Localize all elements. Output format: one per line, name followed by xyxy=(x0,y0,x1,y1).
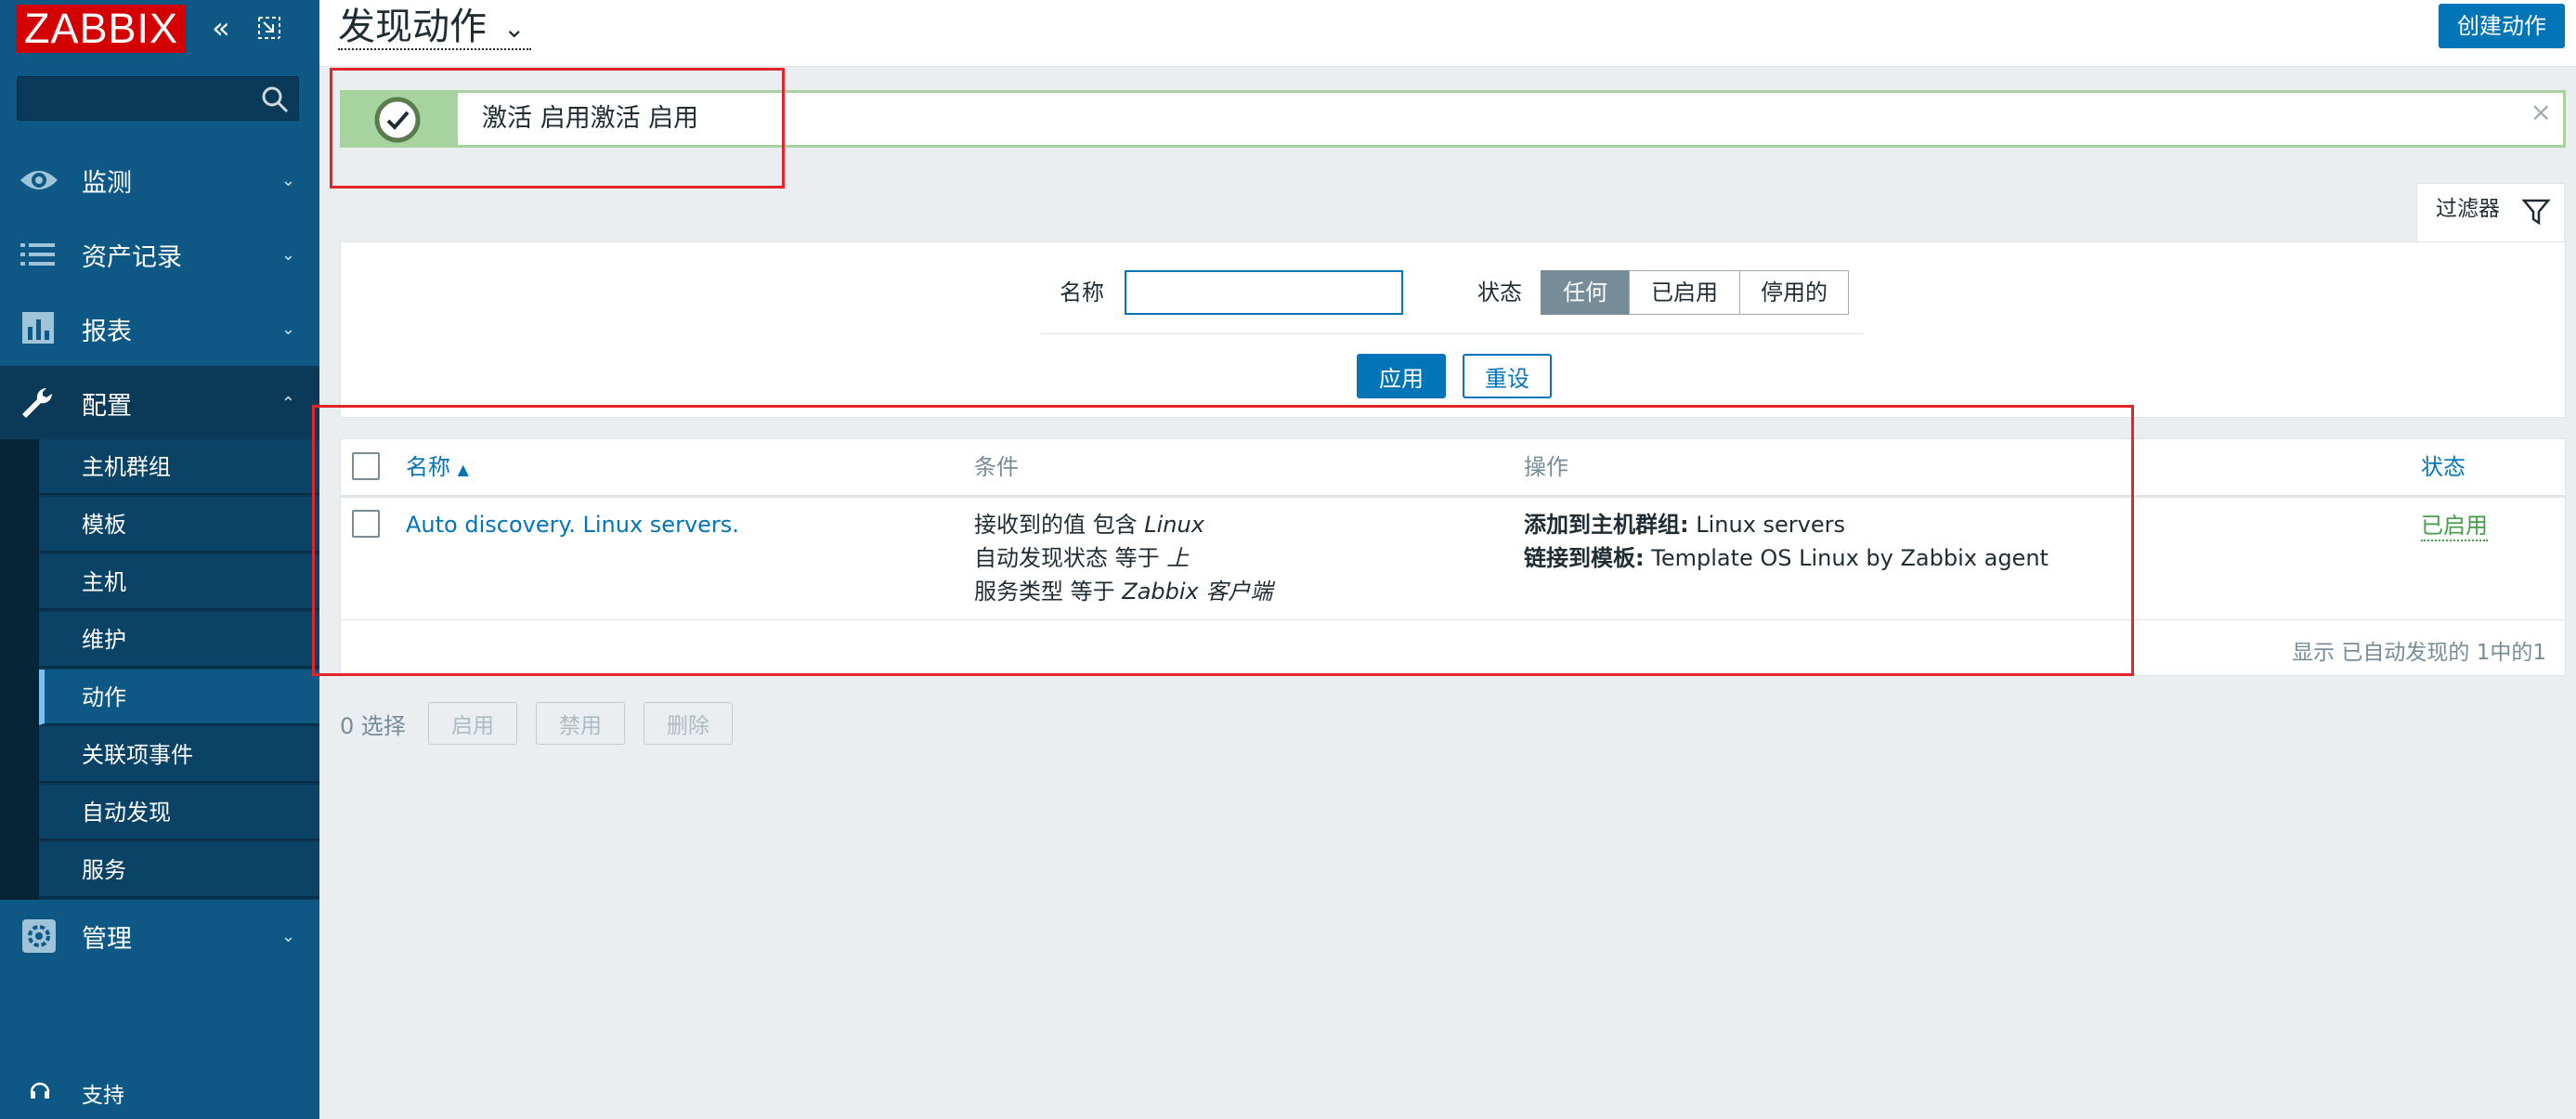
submenu-discovery[interactable]: 自动发现 xyxy=(39,785,319,840)
status-enabled-link[interactable]: 已启用 xyxy=(2421,512,2488,541)
table-stats: 显示 已自动发现的 1中的1 xyxy=(2292,641,2546,665)
selected-count: 0 选择 xyxy=(340,713,406,739)
annotation-box-message xyxy=(330,68,785,189)
nav-label: 管理 xyxy=(82,924,132,954)
nav-administration[interactable]: 管理 ⌄ xyxy=(0,899,319,973)
chevron-up-icon: ⌃ xyxy=(280,393,295,413)
nav-inventory[interactable]: 资产记录 ⌄ xyxy=(0,217,319,292)
zabbix-logo[interactable]: ZABBIX xyxy=(17,5,186,53)
submenu-maintenance[interactable]: 维护 xyxy=(39,612,319,668)
filter-tab-label: 过滤器 xyxy=(2436,197,2500,221)
annotation-box-table xyxy=(312,405,2134,676)
nav-label: 报表 xyxy=(82,317,132,346)
submenu-indent-bar xyxy=(0,439,39,900)
nav-configuration[interactable]: 配置 ⌃ xyxy=(0,366,319,440)
chevron-down-icon[interactable]: ⌄ xyxy=(503,13,525,44)
apply-button[interactable]: 应用 xyxy=(1357,354,1446,398)
status-option-disabled[interactable]: 停用的 xyxy=(1739,270,1849,315)
reset-button[interactable]: 重设 xyxy=(1463,354,1552,398)
nav-label: 配置 xyxy=(82,391,132,421)
nav-monitoring[interactable]: 监测 ⌄ xyxy=(0,143,319,217)
page-title[interactable]: 发现动作 xyxy=(338,0,487,54)
kiosk-mode-icon[interactable] xyxy=(256,9,282,49)
list-icon xyxy=(20,243,55,266)
submenu-services[interactable]: 服务 xyxy=(39,842,319,898)
enable-button[interactable]: 启用 xyxy=(428,702,517,745)
filter-panel: 名称 状态 任何 已启用 停用的 应用 重设 xyxy=(340,241,2566,418)
chevron-down-icon: ⌄ xyxy=(280,244,295,265)
filter-name-input[interactable] xyxy=(1125,270,1403,315)
collapse-sidebar-icon[interactable]: « xyxy=(212,9,230,46)
status-option-enabled[interactable]: 已启用 xyxy=(1629,270,1740,315)
status-option-any[interactable]: 任何 xyxy=(1541,270,1630,315)
nav-reports[interactable]: 报表 ⌄ xyxy=(0,292,319,366)
close-icon[interactable]: × xyxy=(2530,98,2552,126)
sidebar: ZABBIX « 监测 ⌄ 资产记录 ⌄ 报表 ⌄ 配置 ⌃ 主机群组 模板 主… xyxy=(0,0,319,1119)
chevron-down-icon: ⌄ xyxy=(280,319,295,339)
submenu-templates[interactable]: 模板 xyxy=(39,497,319,553)
gear-icon xyxy=(22,919,56,953)
submenu-actions[interactable]: 动作 xyxy=(39,670,319,725)
search-icon[interactable] xyxy=(259,84,291,115)
column-header-status[interactable]: 状态 xyxy=(2421,439,2465,495)
nav-label: 资产记录 xyxy=(82,242,182,272)
chevron-down-icon: ⌄ xyxy=(280,926,295,946)
eye-icon xyxy=(20,171,58,189)
chevron-down-icon: ⌄ xyxy=(280,170,295,190)
title-dotted-underline xyxy=(338,48,531,50)
sidebar-search-input[interactable] xyxy=(17,76,299,121)
funnel-icon xyxy=(2521,199,2551,226)
delete-button[interactable]: 删除 xyxy=(644,702,733,745)
submenu-event-correlation[interactable]: 关联项事件 xyxy=(39,727,319,783)
create-action-button[interactable]: 创建动作 xyxy=(2439,4,2565,48)
headset-icon xyxy=(30,1082,50,1099)
filter-tab[interactable]: 过滤器 xyxy=(2416,183,2565,242)
wrench-icon xyxy=(22,387,53,418)
disable-button[interactable]: 禁用 xyxy=(536,702,625,745)
bar-chart-icon xyxy=(22,312,54,344)
filter-name-label: 名称 xyxy=(1060,280,1104,306)
submenu-hosts[interactable]: 主机 xyxy=(39,554,319,610)
support-link[interactable]: 支持 xyxy=(82,1077,124,1109)
nav-label: 监测 xyxy=(82,168,132,198)
filter-status-label: 状态 xyxy=(1477,280,1522,306)
configuration-submenu: 主机群组 模板 主机 维护 动作 关联项事件 自动发现 服务 xyxy=(0,439,319,900)
filter-divider xyxy=(1041,333,1864,334)
submenu-host-groups[interactable]: 主机群组 xyxy=(39,439,319,495)
page-header: 发现动作 ⌄ 创建动作 xyxy=(319,0,2576,67)
